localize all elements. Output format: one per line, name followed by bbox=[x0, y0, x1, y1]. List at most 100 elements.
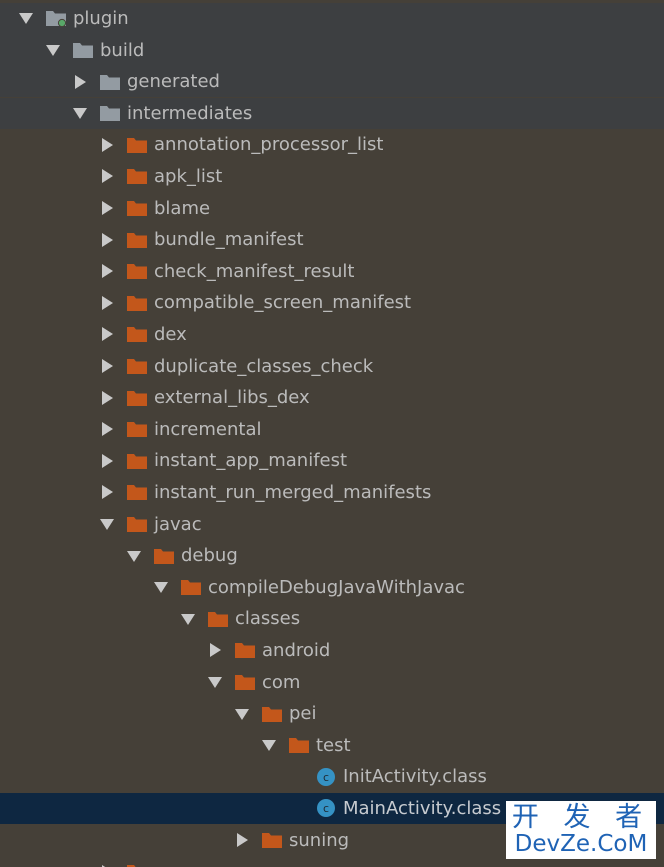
tree-node-duplicate-classes-check[interactable]: duplicate_classes_check bbox=[0, 350, 664, 382]
tree-node-test[interactable]: test bbox=[0, 730, 664, 762]
folder-icon bbox=[207, 609, 229, 629]
folder-icon bbox=[234, 672, 256, 692]
tree-node-label: bundle_manifest bbox=[154, 229, 304, 251]
watermark-logo: 开 发 者 DevZe.CoM bbox=[506, 801, 656, 859]
tree-node-label: check_manifest_result bbox=[154, 260, 355, 282]
tree-node-label: MainActivity.class bbox=[343, 797, 502, 819]
tree-node-javac[interactable]: javac bbox=[0, 508, 664, 540]
tree-node-build[interactable]: build bbox=[0, 34, 664, 66]
expanded-arrow-icon[interactable] bbox=[72, 105, 88, 121]
folder-icon bbox=[126, 388, 148, 408]
folder-icon bbox=[126, 166, 148, 186]
folder-icon bbox=[288, 735, 310, 755]
folder-icon bbox=[261, 830, 283, 850]
tree-node-label: debug bbox=[181, 545, 238, 567]
excluded-folder-icon bbox=[72, 40, 94, 60]
folder-icon bbox=[126, 135, 148, 155]
svg-text:c: c bbox=[323, 771, 329, 784]
expanded-arrow-icon[interactable] bbox=[234, 706, 250, 722]
tree-node-label: build bbox=[100, 39, 145, 61]
folder-icon bbox=[126, 451, 148, 471]
tree-node-label: instant_app_manifest bbox=[154, 450, 348, 472]
tree-node-com[interactable]: com bbox=[0, 666, 664, 698]
tree-node-blame[interactable]: blame bbox=[0, 192, 664, 224]
folder-icon bbox=[126, 862, 148, 867]
tree-node-debug[interactable]: debug bbox=[0, 540, 664, 572]
collapsed-arrow-icon[interactable] bbox=[99, 390, 115, 406]
tree-node-android[interactable]: android bbox=[0, 635, 664, 667]
folder-icon bbox=[234, 640, 256, 660]
tree-node-label: dex bbox=[154, 323, 187, 345]
collapsed-arrow-icon[interactable] bbox=[99, 232, 115, 248]
folder-icon bbox=[126, 419, 148, 439]
tree-node-label: classes bbox=[235, 608, 301, 630]
tree-node-label: suning bbox=[289, 829, 350, 851]
collapsed-arrow-icon[interactable] bbox=[99, 326, 115, 342]
folder-icon bbox=[126, 514, 148, 534]
expanded-arrow-icon[interactable] bbox=[45, 42, 61, 58]
tree-node-dex[interactable]: dex bbox=[0, 319, 664, 351]
tree-node-label: compatible_screen_manifest bbox=[154, 292, 412, 314]
collapsed-arrow-icon[interactable] bbox=[99, 137, 115, 153]
tree-node-incremental[interactable]: incremental bbox=[0, 414, 664, 446]
tree-node-label: generated bbox=[127, 71, 220, 93]
collapsed-arrow-icon[interactable] bbox=[99, 421, 115, 437]
collapsed-arrow-icon[interactable] bbox=[99, 358, 115, 374]
expanded-arrow-icon[interactable] bbox=[207, 674, 223, 690]
collapsed-arrow-icon[interactable] bbox=[72, 74, 88, 90]
collapsed-arrow-icon[interactable] bbox=[99, 263, 115, 279]
tree-node-label: intermediates bbox=[127, 102, 253, 124]
collapsed-arrow-icon[interactable] bbox=[99, 295, 115, 311]
collapsed-arrow-icon[interactable] bbox=[99, 484, 115, 500]
tree-node-label: pei bbox=[289, 703, 317, 725]
expanded-arrow-icon[interactable] bbox=[261, 737, 277, 753]
tree-node-label: InitActivity.class bbox=[343, 766, 487, 788]
tree-node-external-libs-dex[interactable]: external_libs_dex bbox=[0, 382, 664, 414]
expanded-arrow-icon[interactable] bbox=[18, 10, 34, 26]
tree-node-initactivity-class[interactable]: c InitActivity.class bbox=[0, 761, 664, 793]
watermark-bottom-text: DevZe.CoM bbox=[514, 831, 648, 857]
tree-node-pei[interactable]: pei bbox=[0, 698, 664, 730]
tree-node-label: blame bbox=[154, 197, 211, 219]
expanded-arrow-icon[interactable] bbox=[99, 516, 115, 532]
tree-node-label: instant_run_merged_manifests bbox=[154, 481, 432, 503]
tree-node-label: external_libs_dex bbox=[154, 387, 310, 409]
tree-node-instant-app-manifest[interactable]: instant_app_manifest bbox=[0, 445, 664, 477]
tree-node-check-manifest-result[interactable]: check_manifest_result bbox=[0, 256, 664, 288]
tree-node-annotation-processor-list[interactable]: annotation_processor_list bbox=[0, 129, 664, 161]
expanded-arrow-icon[interactable] bbox=[153, 579, 169, 595]
tree-node-intermediates[interactable]: intermediates bbox=[0, 97, 664, 130]
collapsed-arrow-icon[interactable] bbox=[99, 200, 115, 216]
folder-icon bbox=[126, 324, 148, 344]
class-file-icon: c bbox=[315, 798, 337, 818]
excluded-folder-icon bbox=[99, 103, 121, 123]
tree-node-label: compileDebugJavaWithJavac bbox=[208, 576, 465, 598]
watermark-top-text: 开 发 者 bbox=[511, 802, 651, 833]
tree-node-classes[interactable]: classes bbox=[0, 603, 664, 635]
collapsed-arrow-icon[interactable] bbox=[99, 453, 115, 469]
tree-node-compatible-screen-manifest[interactable]: compatible_screen_manifest bbox=[0, 287, 664, 319]
tree-node-plugin[interactable]: plugin bbox=[0, 2, 664, 35]
tree-node-label: javac bbox=[154, 513, 202, 535]
folder-icon bbox=[126, 356, 148, 376]
tree-node-compiledebugjavawithjavac[interactable]: compileDebugJavaWithJavac bbox=[0, 572, 664, 604]
tree-node-label: annotation_processor_list bbox=[154, 134, 384, 156]
folder-icon bbox=[153, 546, 175, 566]
collapsed-arrow-icon[interactable] bbox=[207, 642, 223, 658]
collapsed-arrow-icon[interactable] bbox=[234, 832, 250, 848]
folder-icon bbox=[180, 577, 202, 597]
svg-text:c: c bbox=[323, 802, 329, 815]
tree-node-bundle-manifest[interactable]: bundle_manifest bbox=[0, 224, 664, 256]
class-file-icon: c bbox=[315, 767, 337, 787]
expanded-arrow-icon[interactable] bbox=[180, 611, 196, 627]
folder-icon bbox=[126, 261, 148, 281]
project-tree[interactable]: plugin build generated intermediates annotat… bbox=[0, 0, 664, 867]
folder-icon bbox=[126, 230, 148, 250]
expanded-arrow-icon[interactable] bbox=[126, 548, 142, 564]
tree-node-apk-list[interactable]: apk_list bbox=[0, 161, 664, 193]
tree-node-generated[interactable]: generated bbox=[0, 65, 664, 98]
tree-node-instant-run-merged-manifests[interactable]: instant_run_merged_manifests bbox=[0, 477, 664, 509]
collapsed-arrow-icon[interactable] bbox=[99, 168, 115, 184]
